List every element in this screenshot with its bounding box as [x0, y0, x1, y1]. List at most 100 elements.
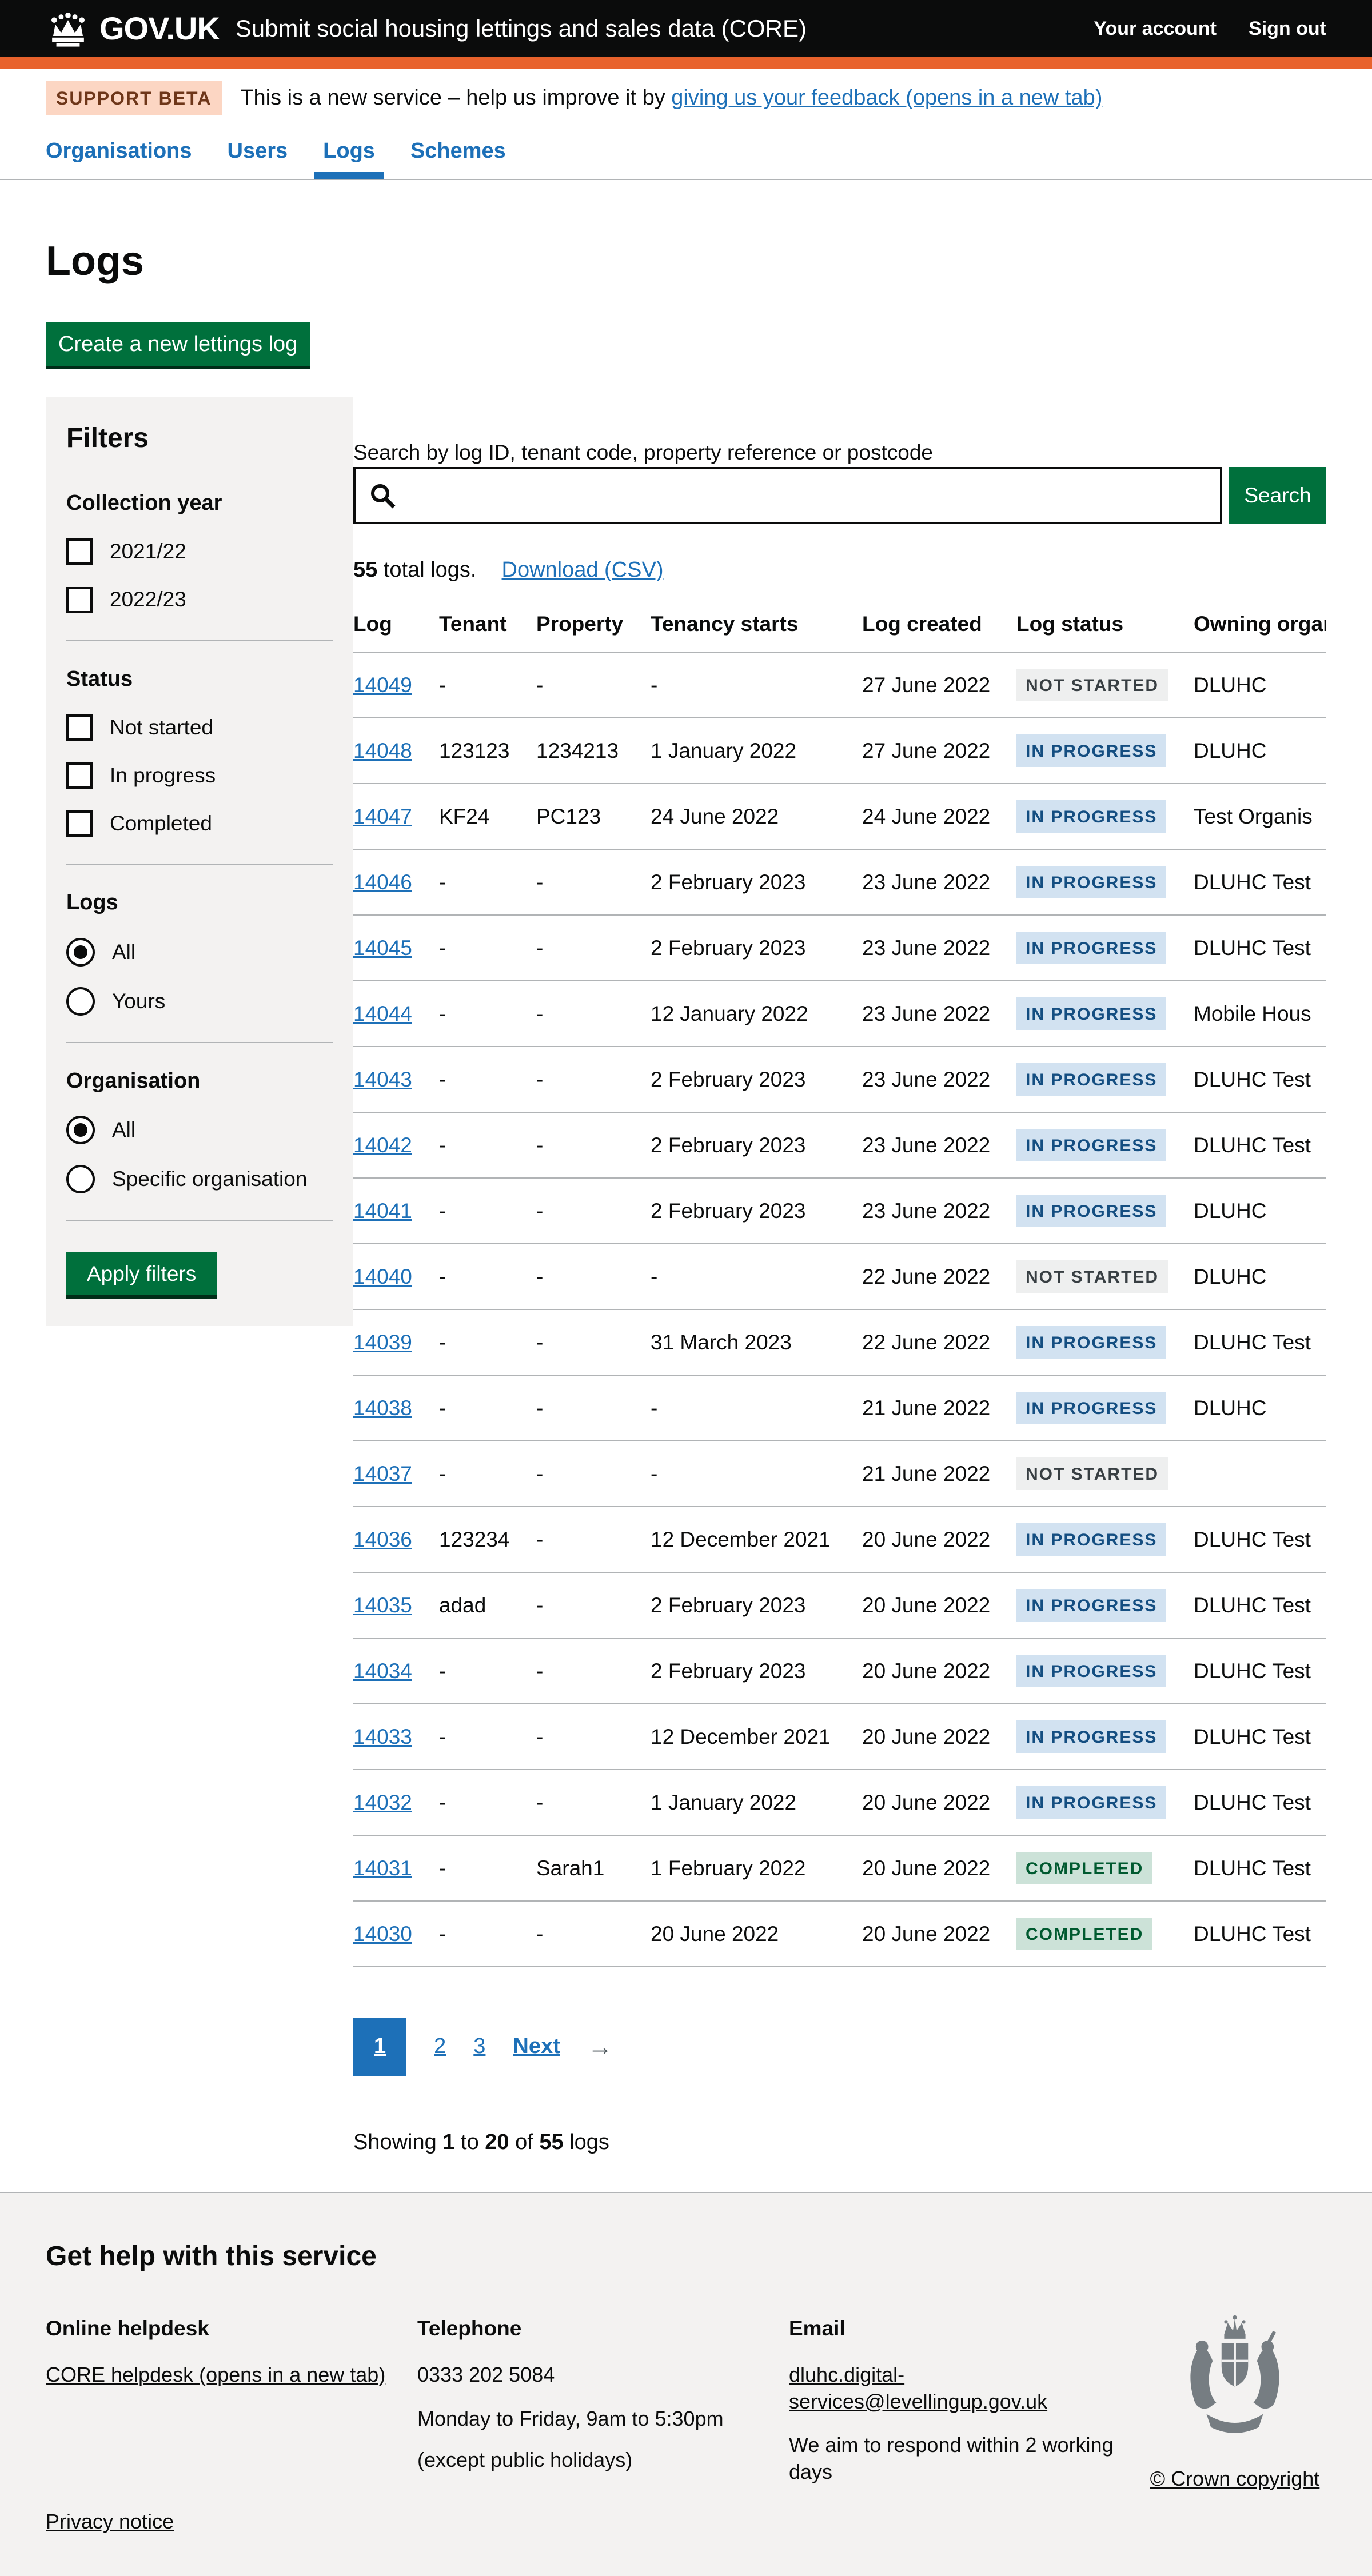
status-badge: NOT STARTED — [1016, 669, 1168, 701]
log-id-link[interactable]: 14031 — [353, 1856, 412, 1880]
pagination-page-3[interactable]: 3 — [473, 2032, 485, 2060]
tenancy-starts-cell: 2 February 2023 — [651, 1047, 862, 1112]
column-header-log-created: Log created — [862, 610, 1016, 652]
log-id-link[interactable]: 14040 — [353, 1265, 412, 1288]
log-status-cell: IN PROGRESS — [1016, 849, 1194, 915]
radio-logs-all[interactable]: All — [66, 938, 333, 967]
log-created-cell: 21 June 2022 — [862, 1441, 1016, 1507]
log-id-cell: 14035 — [353, 1572, 439, 1638]
tenancy-starts-cell: 12 December 2021 — [651, 1507, 862, 1572]
log-id-cell: 14045 — [353, 915, 439, 981]
log-id-link[interactable]: 14043 — [353, 1068, 412, 1091]
checkbox-not-started[interactable]: Not started — [66, 714, 333, 741]
column-header-tenant: Tenant — [439, 610, 536, 652]
core-helpdesk-link[interactable]: CORE helpdesk (opens in a new tab) — [46, 2363, 385, 2386]
log-id-cell: 14042 — [353, 1112, 439, 1178]
log-id-link[interactable]: 14045 — [353, 936, 412, 960]
tenant-cell: - — [439, 1244, 536, 1309]
owning-organisation-cell: DLUHC Test — [1194, 1309, 1326, 1375]
service-name[interactable]: Submit social housing lettings and sales… — [236, 13, 807, 45]
pagination-page-1[interactable]: 1 — [353, 2018, 406, 2075]
radio-label: All — [112, 938, 135, 966]
log-id-link[interactable]: 14036 — [353, 1528, 412, 1551]
search-button[interactable]: Search — [1229, 467, 1326, 524]
checkbox-box[interactable] — [66, 714, 93, 741]
log-id-link[interactable]: 14048 — [353, 739, 412, 762]
sign-out-link[interactable]: Sign out — [1249, 16, 1326, 41]
apply-filters-button[interactable]: Apply filters — [66, 1252, 217, 1295]
checkbox-box[interactable] — [66, 762, 93, 789]
privacy-notice-link[interactable]: Privacy notice — [46, 2510, 174, 2533]
owning-organisation-cell: DLUHC — [1194, 1178, 1326, 1244]
nav-item-users[interactable]: Users — [218, 129, 297, 179]
log-id-cell: 14047 — [353, 784, 439, 849]
tenant-cell: - — [439, 915, 536, 981]
owning-organisation-cell: DLUHC Test — [1194, 849, 1326, 915]
table-row: 14049 - - - 27 June 2022 NOT STARTED DLU… — [353, 652, 1326, 718]
checkbox-2021-22[interactable]: 2021/22 — [66, 538, 333, 565]
govuk-logo-link[interactable]: GOV.UK — [46, 8, 220, 50]
checkbox-in-progress[interactable]: In progress — [66, 762, 333, 789]
crest-block: © Crown copyright — [1143, 2315, 1326, 2493]
log-id-link[interactable]: 14049 — [353, 673, 412, 697]
log-status-cell: COMPLETED — [1016, 1901, 1194, 1967]
tenancy-starts-cell: - — [651, 1375, 862, 1441]
email-link[interactable]: dluhc.digital-services@levellingup.gov.u… — [789, 2363, 1047, 2413]
your-account-link[interactable]: Your account — [1094, 16, 1217, 41]
log-id-cell: 14046 — [353, 849, 439, 915]
showing-from: 1 — [442, 2130, 454, 2154]
nav-item-logs[interactable]: Logs — [314, 129, 384, 179]
checkbox-label: Completed — [110, 810, 212, 837]
radio-button[interactable] — [66, 938, 95, 967]
checkbox-2022-23[interactable]: 2022/23 — [66, 586, 333, 613]
status-badge: IN PROGRESS — [1016, 1786, 1166, 1819]
footer-telephone: Telephone 0333 202 5084 Monday to Friday… — [417, 2315, 789, 2493]
pagination-next-arrow-icon[interactable]: → — [588, 2031, 613, 2063]
download-csv-link[interactable]: Download (CSV) — [502, 558, 664, 582]
log-id-link[interactable]: 14030 — [353, 1922, 412, 1946]
log-id-link[interactable]: 14034 — [353, 1659, 412, 1683]
log-id-link[interactable]: 14033 — [353, 1725, 412, 1748]
property-cell: - — [536, 849, 651, 915]
owning-organisation-cell: DLUHC Test — [1194, 1112, 1326, 1178]
log-id-link[interactable]: 14042 — [353, 1133, 412, 1157]
crown-copyright-link[interactable]: © Crown copyright — [1150, 2466, 1320, 2493]
table-row: 14030 - - 20 June 2022 20 June 2022 COMP… — [353, 1901, 1326, 1967]
log-id-link[interactable]: 14037 — [353, 1462, 412, 1485]
radio-organisation-specific[interactable]: Specific organisation — [66, 1165, 333, 1193]
table-row: 14039 - - 31 March 2023 22 June 2022 IN … — [353, 1309, 1326, 1375]
feedback-link[interactable]: giving us your feedback (opens in a new … — [671, 86, 1102, 110]
log-id-link[interactable]: 14038 — [353, 1396, 412, 1420]
table-row: 14032 - - 1 January 2022 20 June 2022 IN… — [353, 1770, 1326, 1835]
log-status-cell: COMPLETED — [1016, 1835, 1194, 1901]
nav-item-schemes[interactable]: Schemes — [401, 129, 515, 179]
property-cell: - — [536, 915, 651, 981]
filter-group-status: Status Not started In progress Completed — [66, 665, 333, 838]
tenant-cell: - — [439, 1375, 536, 1441]
column-header-log-status: Log status — [1016, 610, 1194, 652]
checkbox-completed[interactable]: Completed — [66, 810, 333, 837]
pagination-page-2[interactable]: 2 — [434, 2032, 446, 2060]
log-id-link[interactable]: 14035 — [353, 1593, 412, 1617]
log-id-cell: 14048 — [353, 718, 439, 784]
checkbox-box[interactable] — [66, 538, 93, 565]
log-id-link[interactable]: 14046 — [353, 870, 412, 894]
log-id-link[interactable]: 14039 — [353, 1331, 412, 1354]
log-id-link[interactable]: 14044 — [353, 1002, 412, 1025]
radio-logs-yours[interactable]: Yours — [66, 987, 333, 1016]
log-id-link[interactable]: 14032 — [353, 1791, 412, 1814]
radio-button[interactable] — [66, 987, 95, 1016]
log-id-link[interactable]: 14047 — [353, 805, 412, 828]
radio-organisation-all[interactable]: All — [66, 1116, 333, 1144]
search-input[interactable] — [353, 467, 1222, 524]
nav-item-organisations[interactable]: Organisations — [37, 129, 201, 179]
radio-button[interactable] — [66, 1116, 95, 1144]
create-lettings-log-button[interactable]: Create a new lettings log — [46, 322, 310, 366]
radio-button[interactable] — [66, 1165, 95, 1193]
checkbox-box[interactable] — [66, 587, 93, 613]
pagination-next-link[interactable]: Next — [513, 2032, 560, 2060]
log-id-link[interactable]: 14041 — [353, 1199, 412, 1223]
primary-navigation: Organisations Users Logs Schemes — [0, 129, 1372, 180]
checkbox-box[interactable] — [66, 810, 93, 837]
owning-organisation-cell: DLUHC — [1194, 718, 1326, 784]
